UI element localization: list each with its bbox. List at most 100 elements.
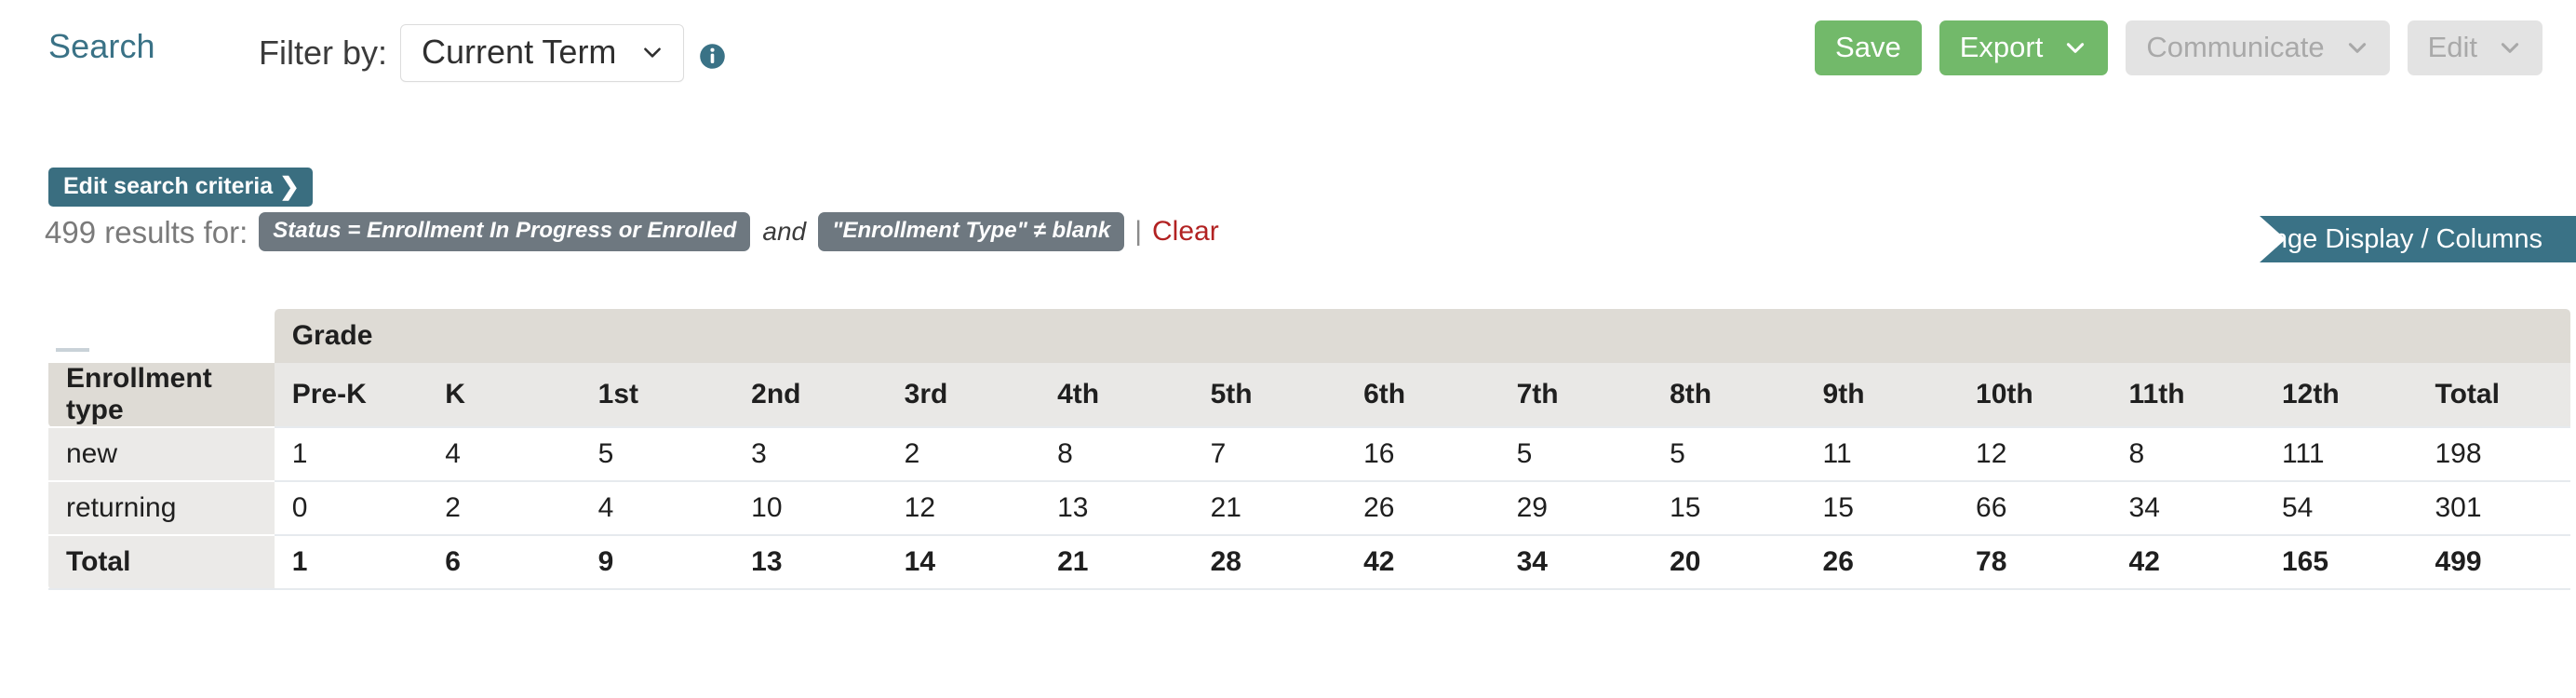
- criteria-pill-enrollment-type[interactable]: "Enrollment Type" ≠ blank: [818, 212, 1124, 251]
- table-cell: 42: [1346, 535, 1498, 589]
- filter-term-value: Current Term: [422, 35, 616, 69]
- table-cell: 8: [1040, 427, 1192, 481]
- table-cell: 4: [581, 481, 733, 535]
- column-header-grade[interactable]: 11th: [2112, 363, 2264, 427]
- info-circle-icon[interactable]: [699, 43, 726, 70]
- export-button[interactable]: Export: [1939, 20, 2109, 75]
- table-cell: 10: [733, 481, 886, 535]
- grade-group-header: Grade: [275, 309, 2570, 363]
- criteria-conjunction: and: [762, 219, 806, 245]
- action-button-group: Save Export Communicate Edit: [1815, 20, 2542, 75]
- table-cell: 7: [1193, 427, 1346, 481]
- table-cell-total: 301: [2417, 481, 2570, 535]
- table-cell: 12: [887, 481, 1040, 535]
- table-cell: 28: [1193, 535, 1346, 589]
- save-button[interactable]: Save: [1815, 20, 1922, 75]
- table-cell: 6: [427, 535, 580, 589]
- table-column-header-row: Enrollment type Pre-K K 1st 2nd 3rd 4th …: [48, 363, 2570, 427]
- row-label-total: Total: [48, 535, 275, 589]
- row-label-new: new: [48, 427, 275, 481]
- table-cell: 2: [427, 481, 580, 535]
- save-button-label: Save: [1835, 33, 1901, 61]
- change-display-columns-label: Change Display / Columns: [2223, 226, 2542, 253]
- table-cell: 26: [1346, 481, 1498, 535]
- table-cell-total: 198: [2417, 427, 2570, 481]
- column-header-grade[interactable]: 4th: [1040, 363, 1192, 427]
- clear-filters-link[interactable]: Clear: [1152, 218, 1219, 246]
- table-cell: 26: [1805, 535, 1958, 589]
- column-header-grade[interactable]: 6th: [1346, 363, 1498, 427]
- criteria-separator: |: [1134, 218, 1142, 246]
- table-cell: 66: [1958, 481, 2111, 535]
- edit-button[interactable]: Edit: [2408, 20, 2542, 75]
- filter-term-select[interactable]: Current Term: [400, 24, 684, 82]
- table-cell: 11: [1805, 427, 1958, 481]
- chevron-down-icon: [640, 40, 664, 64]
- change-display-columns-button[interactable]: Change Display / Columns: [2222, 216, 2576, 262]
- column-header-total[interactable]: Total: [2417, 363, 2570, 427]
- search-results-page: Search Filter by: Current Term Save: [0, 0, 2576, 698]
- table-cell: 5: [581, 427, 733, 481]
- table-cell: 1: [275, 535, 427, 589]
- table-cell: 21: [1193, 481, 1346, 535]
- column-header-grade[interactable]: 9th: [1805, 363, 1958, 427]
- table-cell: 2: [887, 427, 1040, 481]
- export-button-label: Export: [1960, 33, 2044, 61]
- table-cell: 15: [1652, 481, 1805, 535]
- enrollment-grade-table: Grade Enrollment type Pre-K K 1st 2nd 3r…: [48, 309, 2570, 590]
- top-toolbar: Search Filter by: Current Term Save: [0, 0, 2576, 93]
- table-row-total: Total 1 6 9 13 14 21 28 42 34 20 26 78 4…: [48, 535, 2570, 589]
- table-cell-total: 499: [2417, 535, 2570, 589]
- table-body: new 1 4 5 3 2 8 7 16 5 5 11 12 8 111 198: [48, 427, 2570, 589]
- table-cell: 0: [275, 481, 427, 535]
- chevron-down-icon: [2345, 35, 2369, 60]
- chevron-down-icon: [2063, 35, 2087, 60]
- column-header-grade[interactable]: 10th: [1958, 363, 2111, 427]
- row-label-returning: returning: [48, 481, 275, 535]
- table-cell: 4: [427, 427, 580, 481]
- criteria-pill-status[interactable]: Status = Enrollment In Progress or Enrol…: [259, 212, 750, 251]
- table-cell: 16: [1346, 427, 1498, 481]
- search-link[interactable]: Search: [48, 30, 155, 63]
- column-header-grade[interactable]: K: [427, 363, 580, 427]
- table-cell: 5: [1499, 427, 1652, 481]
- filter-by-label: Filter by:: [259, 36, 387, 70]
- chevron-right-icon: ❯: [279, 174, 300, 198]
- column-header-grade[interactable]: 8th: [1652, 363, 1805, 427]
- table-cell: 111: [2264, 427, 2417, 481]
- table-cell: 8: [2112, 427, 2264, 481]
- communicate-button-label: Communicate: [2146, 33, 2324, 61]
- chevron-down-icon: [2498, 35, 2522, 60]
- communicate-button[interactable]: Communicate: [2126, 20, 2389, 75]
- edit-search-criteria-button[interactable]: Edit search criteria ❯: [48, 168, 313, 207]
- column-header-grade[interactable]: 2nd: [733, 363, 886, 427]
- table-cell: 13: [1040, 481, 1192, 535]
- table-cell: 54: [2264, 481, 2417, 535]
- table-corner-spacer: [48, 309, 275, 363]
- column-header-enrollment-type[interactable]: Enrollment type: [48, 363, 275, 427]
- table-cell: 9: [581, 535, 733, 589]
- table-cell: 3: [733, 427, 886, 481]
- results-table-container: Grade Enrollment type Pre-K K 1st 2nd 3r…: [48, 309, 2570, 590]
- table-cell: 15: [1805, 481, 1958, 535]
- table-cell: 21: [1040, 535, 1192, 589]
- table-group-header-row: Grade: [48, 309, 2570, 363]
- column-header-grade[interactable]: 5th: [1193, 363, 1346, 427]
- column-header-grade[interactable]: 3rd: [887, 363, 1040, 427]
- table-cell: 12: [1958, 427, 2111, 481]
- column-header-grade[interactable]: 12th: [2264, 363, 2417, 427]
- table-cell: 1: [275, 427, 427, 481]
- table-cell: 165: [2264, 535, 2417, 589]
- table-cell: 29: [1499, 481, 1652, 535]
- column-header-grade[interactable]: Pre-K: [275, 363, 427, 427]
- results-count-text: 499 results for:: [45, 217, 248, 248]
- table-cell: 34: [1499, 535, 1652, 589]
- column-header-grade[interactable]: 7th: [1499, 363, 1652, 427]
- filter-by-group: Filter by: Current Term: [259, 24, 726, 82]
- search-summary: 499 results for: Status = Enrollment In …: [45, 212, 1219, 251]
- table-cell: 42: [2112, 535, 2264, 589]
- table-row: new 1 4 5 3 2 8 7 16 5 5 11 12 8 111 198: [48, 427, 2570, 481]
- table-cell: 78: [1958, 535, 2111, 589]
- edit-button-label: Edit: [2428, 33, 2477, 61]
- column-header-grade[interactable]: 1st: [581, 363, 733, 427]
